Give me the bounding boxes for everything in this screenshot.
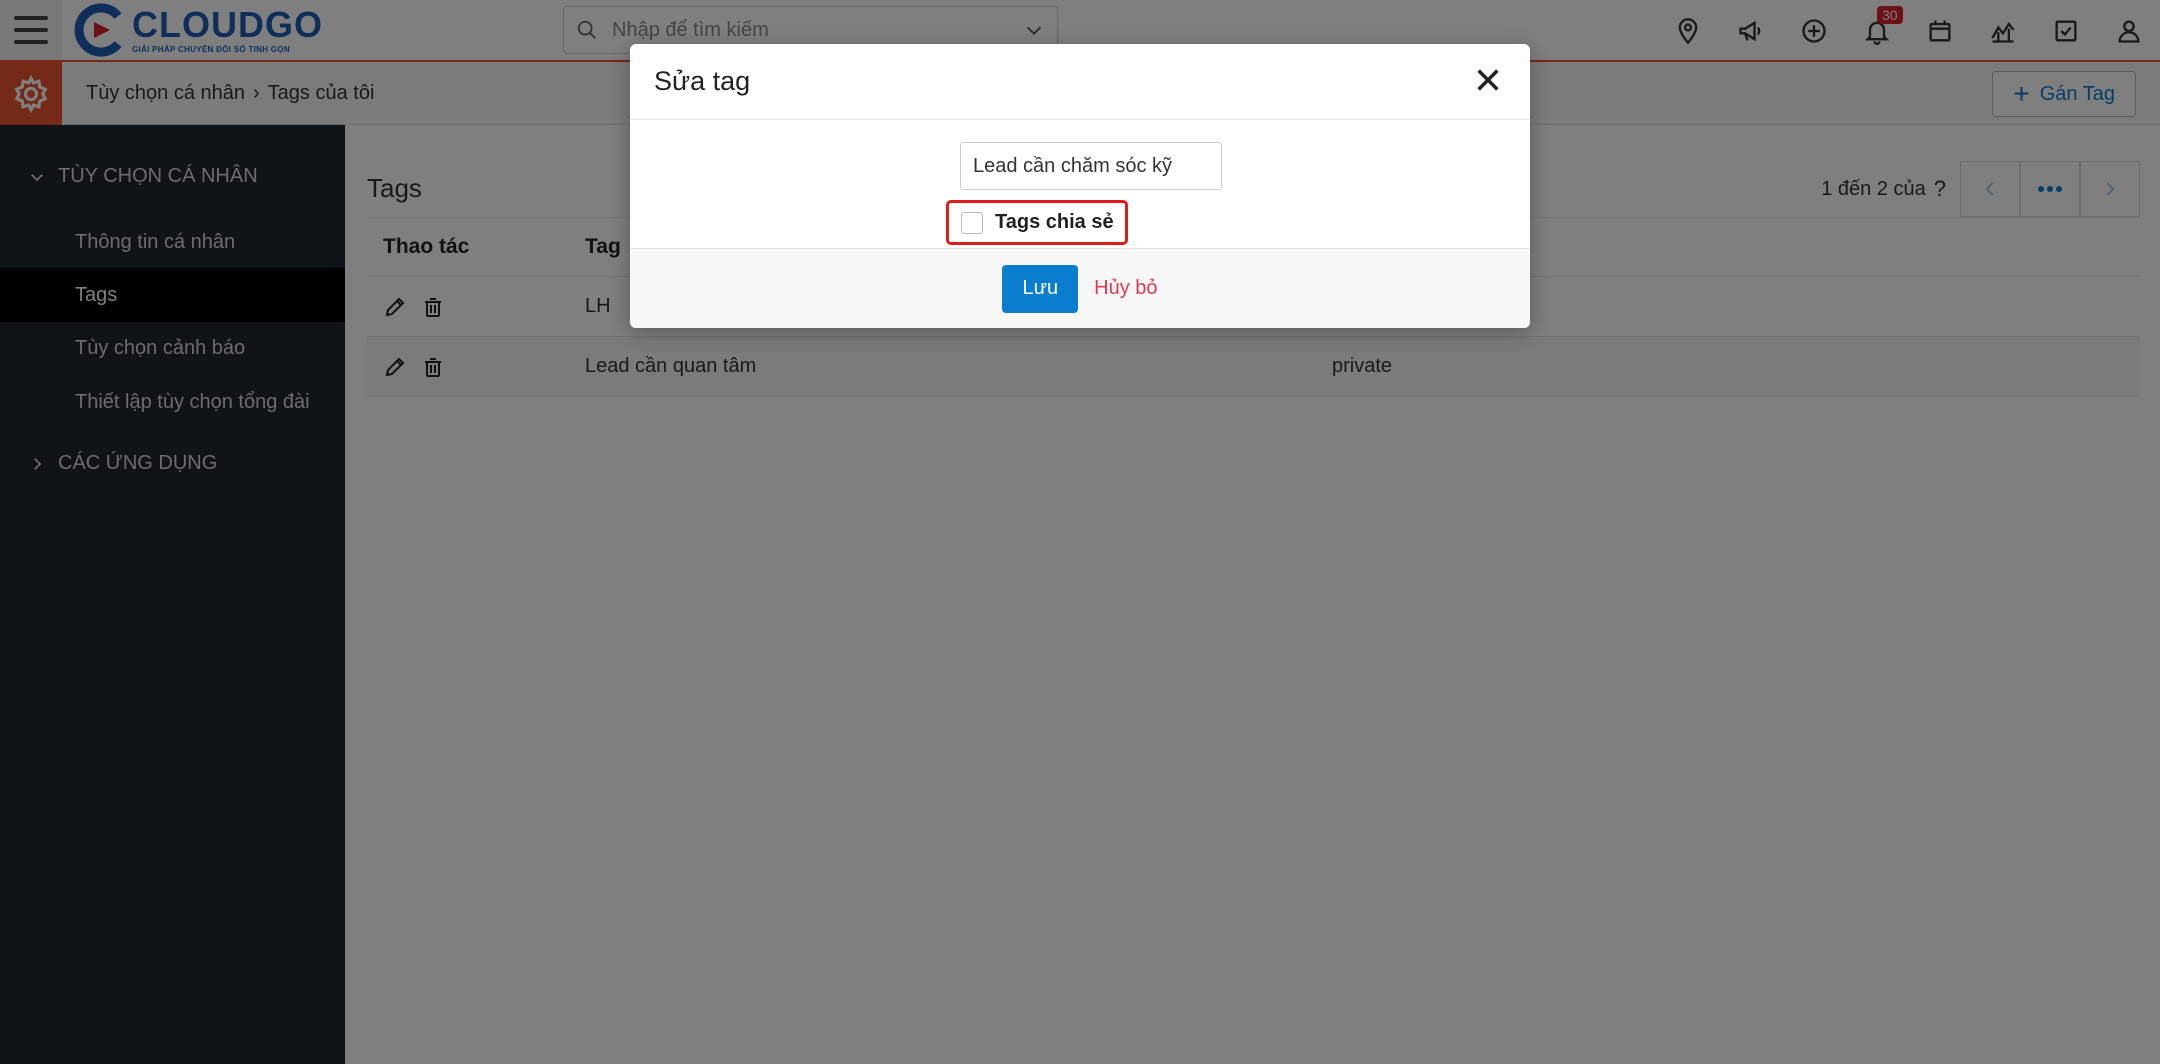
shared-tag-label[interactable]: Tags chia sẻ [995, 211, 1114, 234]
cancel-link[interactable]: Hủy bỏ [1094, 277, 1157, 300]
shared-tag-option[interactable]: Tags chia sẻ [946, 200, 1128, 245]
tag-name-input[interactable] [960, 142, 1222, 190]
dialog-footer: Lưu Hủy bỏ [630, 248, 1530, 328]
edit-tag-dialog: Sửa tag Tags chia sẻ Lưu Hủy bỏ [630, 44, 1530, 328]
save-button[interactable]: Lưu [1002, 264, 1079, 313]
dialog-title: Sửa tag [654, 66, 751, 96]
close-icon[interactable] [1468, 60, 1508, 100]
shared-tag-checkbox[interactable] [961, 211, 983, 234]
dialog-header: Sửa tag [630, 44, 1530, 120]
dialog-body: Tags chia sẻ [630, 120, 1530, 247]
